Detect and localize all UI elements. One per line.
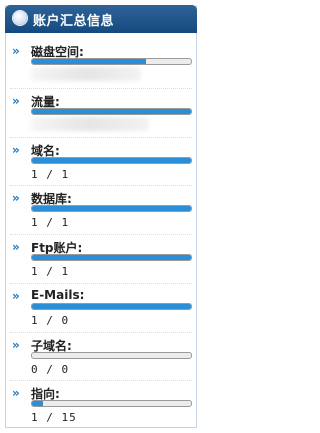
info-dot-icon: [13, 11, 27, 25]
stat-value: 1 / 15: [31, 411, 77, 424]
double-chevron-right-icon: »: [12, 289, 20, 303]
divider: [10, 332, 192, 334]
usage-bar: [31, 205, 192, 212]
stat-ftp-accounts: » Ftp账户: 1 / 1: [5, 239, 197, 287]
double-chevron-right-icon: »: [12, 240, 20, 254]
usage-bar-fill: [32, 59, 147, 64]
usage-bar-fill: [32, 206, 191, 211]
divider: [10, 185, 192, 187]
panel-header: 账户汇总信息: [5, 5, 197, 33]
stat-domains: » 域名: 1 / 1: [5, 142, 197, 190]
usage-bar-fill: [32, 304, 191, 309]
usage-bar: [31, 303, 192, 310]
stat-value: 0 / 0: [31, 363, 70, 376]
usage-bar: [31, 58, 192, 65]
redacted-value: [31, 117, 149, 131]
double-chevron-right-icon: »: [12, 191, 20, 205]
double-chevron-right-icon: »: [12, 338, 20, 352]
double-chevron-right-icon: »: [12, 94, 20, 108]
usage-bar: [31, 400, 192, 407]
usage-bar: [31, 254, 192, 261]
divider: [10, 88, 192, 90]
usage-bar: [31, 157, 192, 164]
stat-label: E-Mails:: [31, 288, 85, 302]
stat-value: 1 / 0: [31, 314, 70, 327]
panel-title: 账户汇总信息: [33, 14, 115, 29]
stat-value: 1 / 1: [31, 168, 70, 181]
usage-bar-fill: [32, 401, 43, 406]
stat-value: 1 / 1: [31, 216, 70, 229]
stat-databases: » 数据库: 1 / 1: [5, 190, 197, 238]
divider: [10, 137, 192, 139]
usage-bar-fill: [32, 109, 191, 114]
stat-value: 1 / 1: [31, 265, 70, 278]
stat-traffic: » 流量:: [5, 93, 197, 141]
usage-bar-fill: [32, 255, 191, 260]
stat-disk-space: » 磁盘空间:: [5, 43, 197, 91]
divider: [10, 234, 192, 236]
stat-subdomains: » 子域名: 0 / 0: [5, 337, 197, 385]
divider: [10, 283, 192, 285]
usage-bar: [31, 352, 192, 359]
double-chevron-right-icon: »: [12, 386, 20, 400]
usage-bar-fill: [32, 158, 191, 163]
stat-emails: » E-Mails: 1 / 0: [5, 288, 197, 336]
usage-bar: [31, 108, 192, 115]
redacted-value: [31, 67, 141, 81]
double-chevron-right-icon: »: [12, 143, 20, 157]
divider: [10, 380, 192, 382]
stat-pointers: » 指向: 1 / 15: [5, 385, 197, 433]
double-chevron-right-icon: »: [12, 44, 20, 58]
